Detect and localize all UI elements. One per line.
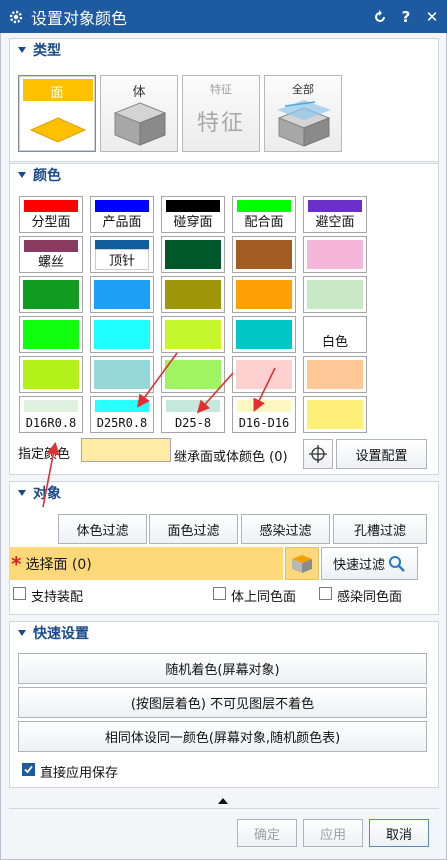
- gear-icon: [9, 10, 23, 23]
- annotation-arrow: [42, 441, 60, 508]
- reset-icon[interactable]: [371, 8, 389, 26]
- window-title: 设置对象颜色: [31, 8, 128, 28]
- close-icon[interactable]: ✕: [423, 8, 441, 26]
- title-bar: 设置对象颜色 ? ✕: [0, 0, 447, 33]
- annotation-arrows: [42, 352, 276, 508]
- annotation-arrow: [137, 352, 178, 408]
- annotation-arrow: [196, 372, 234, 414]
- dialog-body: 类型 面 体 特征 特征 全部 颜色 分型面 产品面 碰穿面 配合面 避空面 螺…: [0, 33, 447, 860]
- annotation-arrow: [253, 367, 276, 412]
- help-icon[interactable]: ?: [397, 8, 415, 26]
